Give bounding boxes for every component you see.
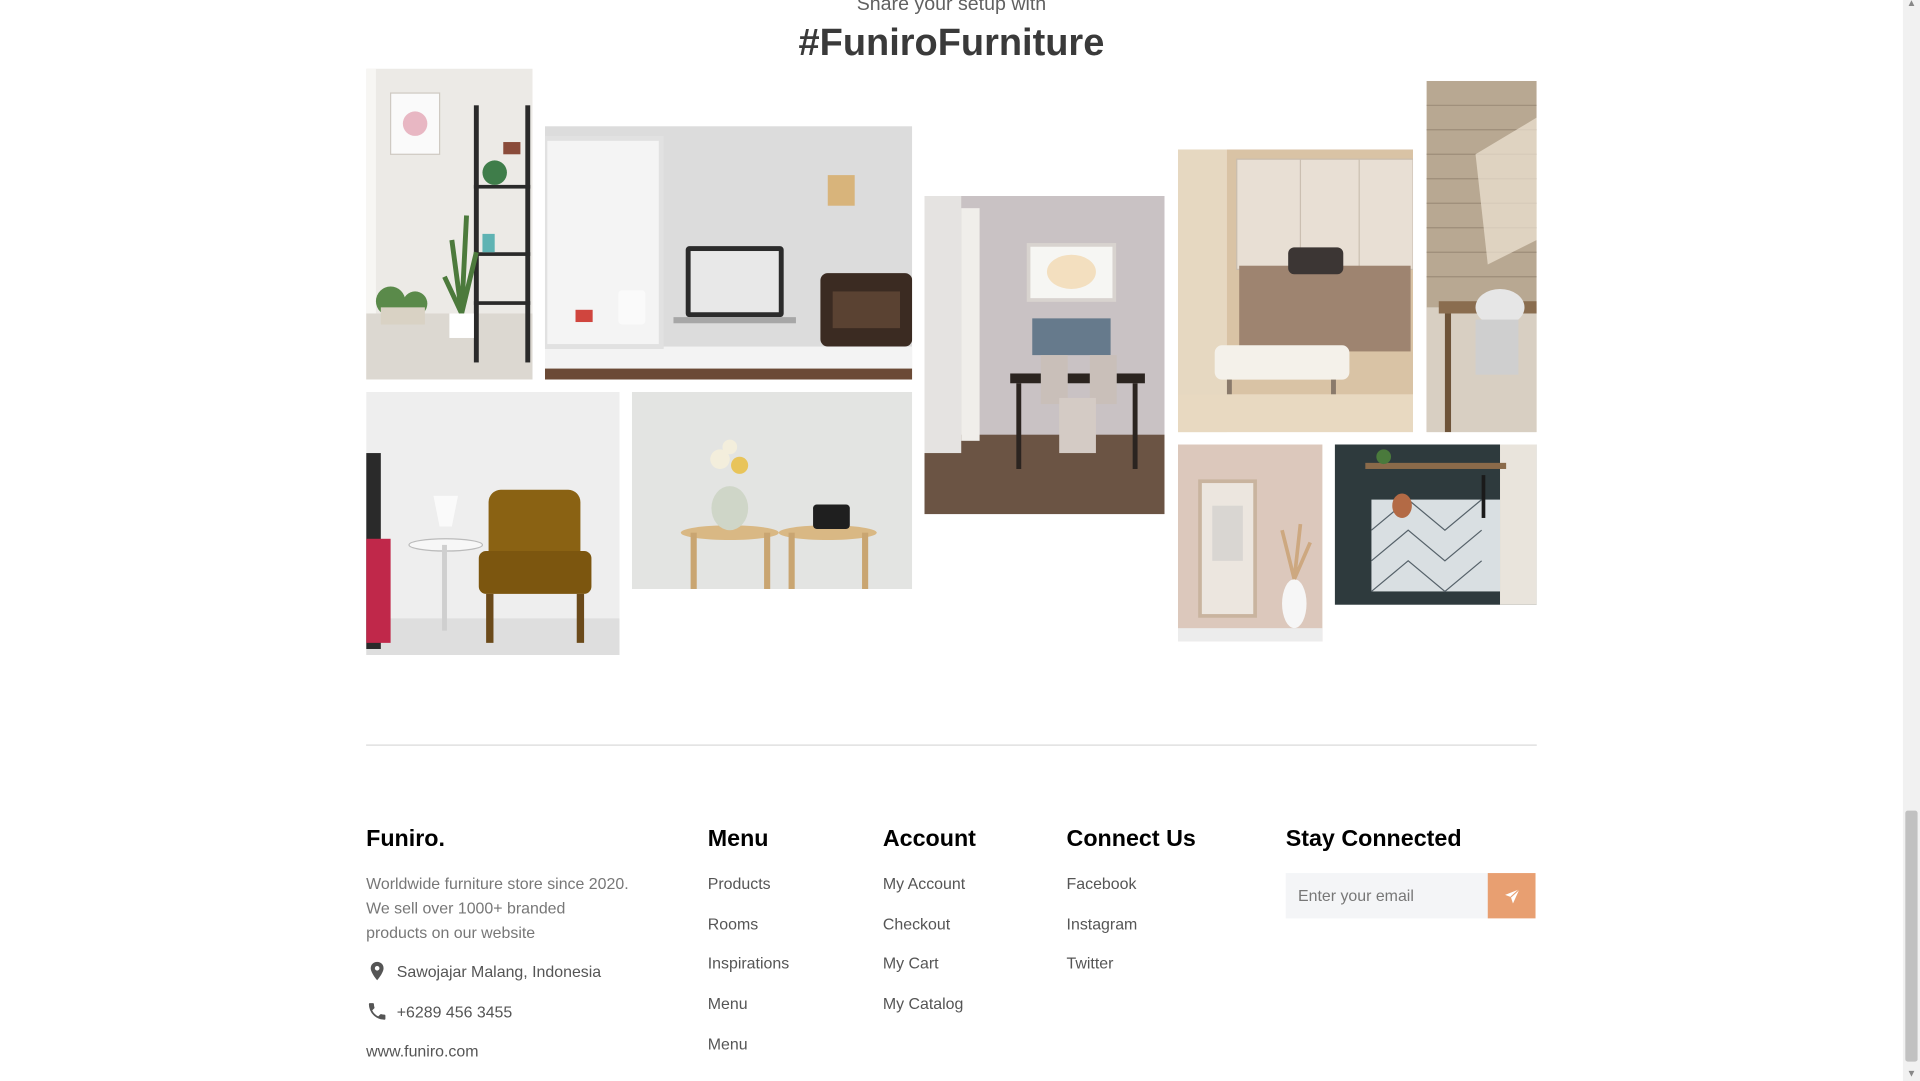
menu-link-menu[interactable]: Menu: [708, 994, 748, 1012]
photo-bedroom[interactable]: [1177, 149, 1414, 433]
photo-brick-dining[interactable]: [1426, 80, 1537, 433]
photo-stools-vase[interactable]: [631, 391, 913, 589]
photo-laptop-desk[interactable]: [544, 126, 913, 380]
phone-icon: [366, 1000, 388, 1022]
gallery-subtitle: Share your setup with: [856, 0, 1047, 15]
scrollbar-thumb[interactable]: [1905, 810, 1918, 1062]
address-text: Sawojajar Malang, Indonesia: [396, 961, 602, 981]
photo-kitchen-shelf[interactable]: [1334, 444, 1537, 605]
footer-phone: +6289 456 3455: [366, 1000, 512, 1022]
connect-link-instagram[interactable]: Instagram: [1067, 915, 1138, 933]
menu-link-products[interactable]: Products: [708, 874, 771, 892]
connect-link-facebook[interactable]: Facebook: [1067, 874, 1137, 892]
menu-link-rooms[interactable]: Rooms: [708, 915, 758, 933]
menu-link-menu-2[interactable]: Menu: [708, 1035, 748, 1053]
connect-heading: Connect Us: [1066, 826, 1196, 853]
page: Share your setup with #FuniroFurniture F…: [0, 0, 1920, 1081]
email-input[interactable]: [1285, 873, 1489, 919]
footer-address: Sawojajar Malang, Indonesia: [366, 960, 601, 982]
footer-description: Worldwide furniture store since 2020. We…: [366, 874, 629, 942]
send-icon: [1503, 887, 1520, 904]
photo-dining-room[interactable]: [924, 195, 1165, 515]
newsletter-heading: Stay Connected: [1285, 826, 1462, 853]
phone-text: +6289 456 3455: [396, 1002, 513, 1021]
footer-brand: Funiro.: [366, 826, 445, 853]
location-pin-icon: [366, 960, 388, 982]
scroll-down-arrow[interactable]: ▼: [1905, 1068, 1917, 1079]
website-link[interactable]: www.funiro.com: [366, 1042, 478, 1060]
photo-armchair[interactable]: [366, 391, 620, 656]
footer-divider: [366, 744, 1537, 746]
account-heading: Account: [882, 826, 976, 853]
photo-frame-vase[interactable]: [1177, 444, 1323, 642]
account-link-my-cart[interactable]: My Cart: [883, 954, 939, 972]
send-button[interactable]: [1487, 873, 1536, 919]
gallery-hashtag-title: #FuniroFurniture: [798, 20, 1105, 64]
account-link-my-account[interactable]: My Account: [883, 874, 965, 892]
menu-link-inspirations[interactable]: Inspirations: [708, 954, 789, 972]
connect-link-twitter[interactable]: Twitter: [1067, 954, 1114, 972]
menu-heading: Menu: [707, 826, 769, 853]
photo-shelf-plants[interactable]: [366, 68, 533, 380]
scroll-up-arrow[interactable]: ▲: [1905, 0, 1917, 9]
account-link-checkout[interactable]: Checkout: [883, 915, 950, 933]
account-link-my-catalog[interactable]: My Catalog: [883, 994, 964, 1012]
